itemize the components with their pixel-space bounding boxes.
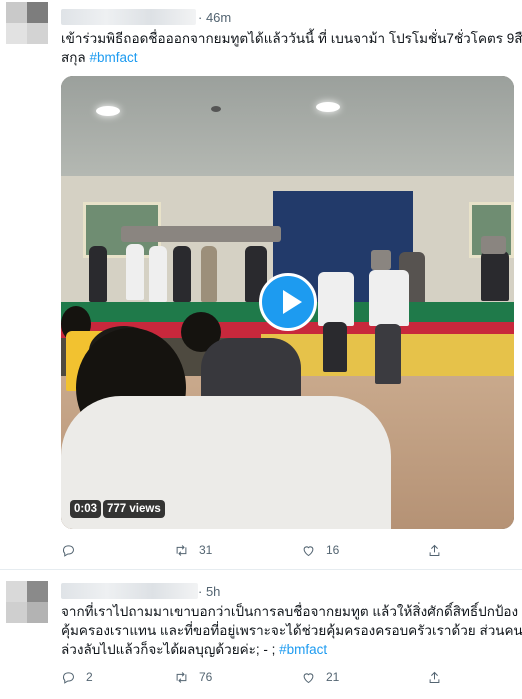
video-player[interactable]: 0:03 777 views (61, 76, 514, 529)
share-button[interactable] (427, 540, 442, 560)
tweet-text-line: จากที่เราไปถามมาเขาบอกว่าเป็นการลบชื่อจา… (61, 604, 519, 619)
tweet-timestamp[interactable]: · 5h (198, 584, 220, 599)
tweet-text-line-with-hashtag: ล่วงลับไปแล้วก็จะได้ผลบุญด้วยค่ะ; - ; #b… (61, 640, 516, 659)
retweet-count: 31 (199, 543, 213, 557)
person (481, 251, 509, 301)
tweet-text-line: สกุล (61, 50, 90, 65)
author-name-blurred[interactable] (61, 583, 198, 599)
video-views-badge: 777 views (103, 500, 165, 518)
tweet-text-line: คุ้มครองเราแทน และที่ขอที่อยู่เพราะจะได้… (61, 623, 522, 638)
tweet-actions: 31 16 (61, 540, 461, 560)
like-icon (303, 545, 314, 556)
retweet-icon (176, 544, 187, 556)
person (89, 246, 107, 302)
like-button[interactable]: 21 (301, 667, 339, 687)
tweet[interactable]: · 5h จากที่เราไปถามมาเขาบอกว่าเป็นการลบช… (0, 571, 522, 699)
person (149, 246, 167, 302)
like-icon (303, 672, 314, 683)
share-button[interactable] (427, 667, 442, 687)
reply-button[interactable] (61, 540, 86, 560)
person (375, 324, 401, 384)
timestamp-text: 46m (205, 10, 232, 25)
avatar[interactable] (6, 2, 48, 44)
person (126, 244, 144, 300)
play-icon (283, 290, 302, 314)
person (173, 246, 191, 302)
like-count: 16 (326, 543, 340, 557)
retweet-button[interactable]: 31 (174, 540, 212, 560)
ceiling-light (316, 102, 340, 112)
reply-icon (62, 671, 74, 684)
blurred-face (371, 250, 391, 270)
tweet[interactable]: · 46m เข้าร่วมพิธีถอดชื่อออกจากยมทูตได้แ… (0, 0, 522, 570)
person (318, 272, 354, 326)
person (369, 270, 409, 326)
like-button[interactable]: 16 (301, 540, 339, 560)
person (323, 322, 347, 372)
share-icon (429, 544, 440, 556)
blurred-face (481, 236, 506, 254)
video-duration-badge: 0:03 (70, 500, 102, 518)
like-count: 21 (326, 670, 340, 684)
tweet-text-line: เข้าร่วมพิธีถอดชื่อออกจากยมทูตได้แล้ววัน… (61, 31, 522, 46)
retweet-button[interactable]: 76 (174, 667, 212, 687)
tweet-text: เข้าร่วมพิธีถอดชื่อออกจากยมทูตได้แล้ววัน… (61, 29, 522, 67)
ceiling-light (96, 106, 120, 116)
tweet-text-line-with-hashtag: สกุล #bmfact (61, 48, 516, 67)
timestamp-text: 5h (205, 584, 221, 599)
tweet-timestamp[interactable]: · 46m (198, 10, 231, 25)
author-name-blurred[interactable] (61, 9, 196, 25)
play-button[interactable] (259, 273, 317, 331)
avatar[interactable] (6, 581, 48, 623)
retweet-icon (176, 671, 187, 683)
hashtag-link[interactable]: #bmfact (279, 642, 327, 657)
tweet-text-line: ล่วงลับไปแล้วก็จะได้ผลบุญด้วยค่ะ; - ; (61, 642, 280, 657)
reply-button[interactable]: 2 (61, 667, 93, 687)
tweet-text: จากที่เราไปถามมาเขาบอกว่าเป็นการลบชื่อจา… (61, 602, 522, 659)
share-icon (429, 671, 440, 683)
reply-count: 2 (86, 670, 93, 684)
reply-icon (62, 544, 74, 557)
blurred-faces (121, 226, 281, 242)
ceiling-vent (211, 106, 221, 112)
hashtag-link[interactable]: #bmfact (89, 50, 137, 65)
retweet-count: 76 (199, 670, 213, 684)
person (201, 246, 217, 302)
tweet-actions: 2 76 21 (61, 667, 461, 687)
